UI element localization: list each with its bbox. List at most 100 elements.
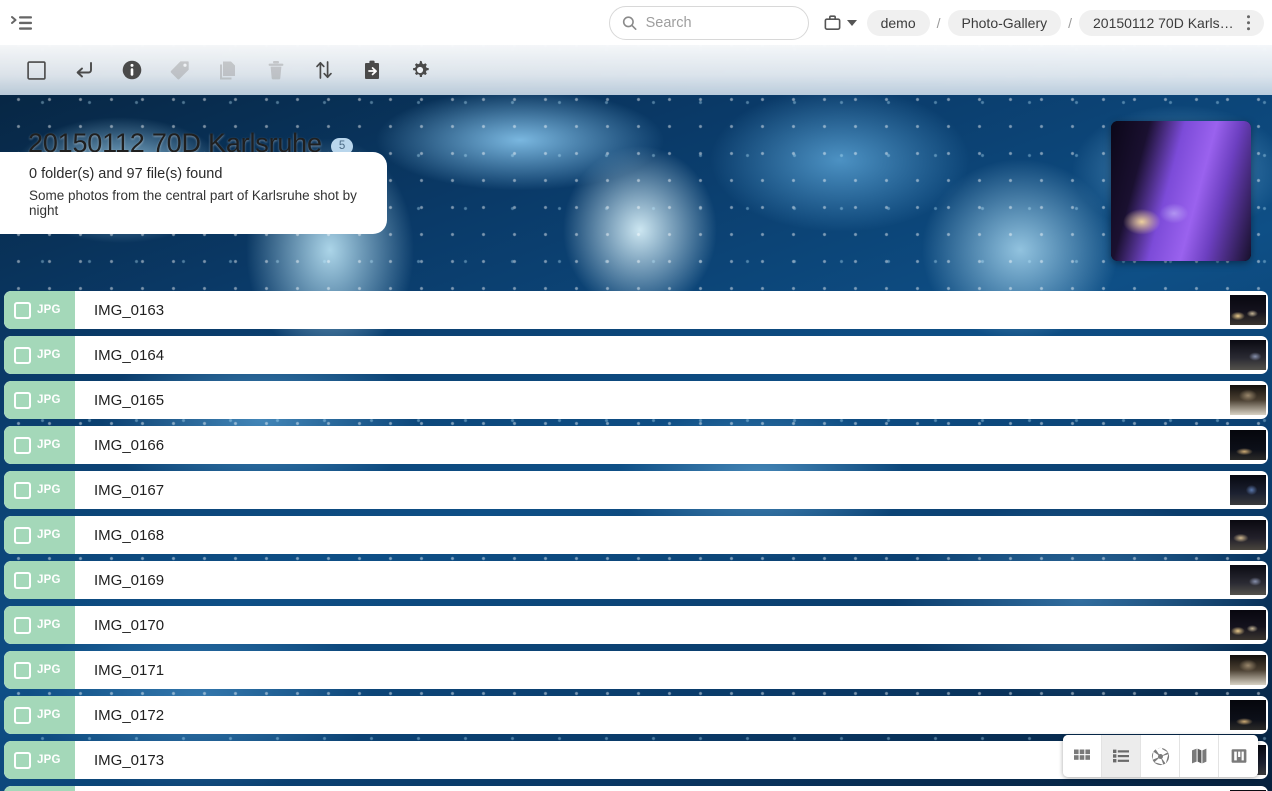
file-type-badge[interactable]: JPG [4,651,75,689]
breadcrumb-item-photo-gallery[interactable]: Photo-Gallery [948,10,1062,36]
file-name: IMG_0165 [75,392,164,409]
row-checkbox[interactable] [14,662,31,679]
more-vertical-icon[interactable] [1247,15,1251,31]
copy-button[interactable] [204,45,252,95]
file-type-label: JPG [37,439,61,451]
trash-icon [265,59,287,81]
row-checkbox[interactable] [14,572,31,589]
file-thumbnail[interactable] [1230,430,1266,460]
file-name: IMG_0163 [75,302,164,319]
file-thumbnail[interactable] [1230,340,1266,370]
row-checkbox[interactable] [14,617,31,634]
table-row[interactable]: JPGIMG_0164 [4,336,1268,374]
search-box[interactable] [609,6,809,40]
table-row[interactable]: JPGIMG_0165 [4,381,1268,419]
row-checkbox[interactable] [14,392,31,409]
breadcrumb: demo / Photo-Gallery / 20150112 70D Karl… [867,10,1264,36]
tag-icon [169,59,191,81]
sort-arrows-icon [313,59,335,81]
view-list-button[interactable] [1102,735,1141,777]
file-type-badge[interactable]: JPG [4,786,75,791]
row-checkbox[interactable] [14,527,31,544]
file-thumbnail[interactable] [1230,475,1266,505]
map-icon [1189,746,1209,766]
gear-icon [409,59,431,81]
table-row[interactable]: JPGIMG_0171 [4,651,1268,689]
info-button[interactable] [108,45,156,95]
file-thumbnail[interactable] [1230,565,1266,595]
tag-button[interactable] [156,45,204,95]
view-calendar-button[interactable] [1219,735,1258,777]
file-thumbnail[interactable] [1230,295,1266,325]
table-row[interactable]: JPGIMG_0174 [4,786,1268,791]
grid-icon [1072,746,1092,766]
table-row[interactable]: JPGIMG_0168 [4,516,1268,554]
settings-button[interactable] [396,45,444,95]
file-name: IMG_0167 [75,482,164,499]
view-camera-button[interactable] [1141,735,1180,777]
table-row[interactable]: JPGIMG_0169 [4,561,1268,599]
album-stats: 0 folder(s) and 97 file(s) found [29,166,365,182]
file-type-badge[interactable]: JPG [4,426,75,464]
list-icon [1111,746,1131,766]
file-thumbnail-image [1230,565,1266,595]
file-type-badge[interactable]: JPG [4,471,75,509]
album-cover-image [1111,121,1251,261]
file-thumbnail-image [1230,295,1266,325]
row-checkbox[interactable] [14,752,31,769]
search-input[interactable] [646,15,796,31]
file-thumbnail-image [1230,520,1266,550]
view-mode-switcher [1063,735,1258,777]
file-thumbnail-image [1230,340,1266,370]
delete-button[interactable] [252,45,300,95]
clipboard-arrow-icon [361,59,383,81]
row-checkbox[interactable] [14,437,31,454]
app-window: demo / Photo-Gallery / 20150112 70D Karl… [0,0,1272,791]
file-type-badge[interactable]: JPG [4,741,75,779]
view-map-button[interactable] [1180,735,1219,777]
file-type-label: JPG [37,484,61,496]
square-icon [26,60,47,81]
library-selector[interactable] [809,13,867,32]
file-type-badge[interactable]: JPG [4,561,75,599]
row-checkbox[interactable] [14,707,31,724]
table-row[interactable]: JPGIMG_0172 [4,696,1268,734]
file-type-badge[interactable]: JPG [4,291,75,329]
file-type-badge[interactable]: JPG [4,516,75,554]
copy-icon [217,59,239,81]
info-circle-icon [121,59,143,81]
breadcrumb-item-demo[interactable]: demo [867,10,930,36]
chevron-down-icon [847,20,857,26]
file-list[interactable]: JPGIMG_0163JPGIMG_0164JPGIMG_0165JPGIMG_… [0,291,1272,791]
move-button[interactable] [348,45,396,95]
row-checkbox[interactable] [14,347,31,364]
breadcrumb-item-current-album[interactable]: 20150112 70D Karlsru... [1079,10,1264,36]
select-all-button[interactable] [12,45,60,95]
sidebar-expand-icon[interactable] [0,0,44,45]
file-thumbnail[interactable] [1230,385,1266,415]
breadcrumb-separator: / [1061,15,1079,31]
briefcase-icon [823,13,842,32]
file-type-badge[interactable]: JPG [4,696,75,734]
row-checkbox[interactable] [14,482,31,499]
back-button[interactable] [60,45,108,95]
sort-button[interactable] [300,45,348,95]
file-thumbnail[interactable] [1230,520,1266,550]
table-row[interactable]: JPGIMG_0163 [4,291,1268,329]
file-type-badge[interactable]: JPG [4,336,75,374]
file-thumbnail[interactable] [1230,700,1266,730]
table-row[interactable]: JPGIMG_0170 [4,606,1268,644]
table-row[interactable]: JPGIMG_0166 [4,426,1268,464]
file-thumbnail[interactable] [1230,610,1266,640]
file-name: IMG_0168 [75,527,164,544]
album-cover-thumbnail[interactable] [1111,121,1251,261]
table-row[interactable]: JPG IMG_0167 [4,471,1268,509]
file-type-badge[interactable]: JPG [4,606,75,644]
file-type-badge[interactable]: JPG [4,381,75,419]
file-thumbnail[interactable] [1230,655,1266,685]
view-mosaic-button[interactable] [1063,735,1102,777]
row-checkbox[interactable] [14,302,31,319]
file-type-label: JPG [37,754,61,766]
file-name: IMG_0169 [75,572,164,589]
album-description: Some photos from the central part of Kar… [29,188,365,218]
